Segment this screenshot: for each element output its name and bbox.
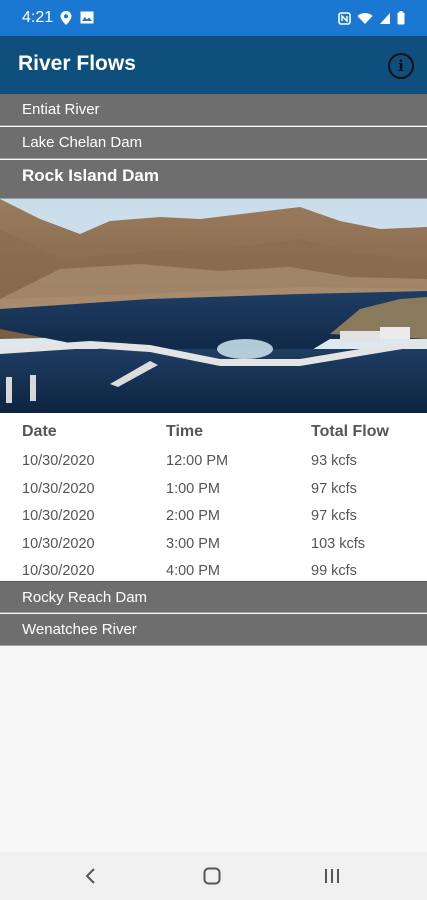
recents-icon[interactable] (323, 867, 341, 885)
section-wenatchee-river[interactable]: Wenatchee River (0, 614, 427, 646)
section-rock-island-dam[interactable]: Rock Island Dam (0, 160, 427, 199)
status-bar: 4:21 (0, 0, 427, 36)
flow-table: Date Time Total Flow 10/30/2020 12:00 PM… (0, 413, 427, 580)
info-icon: i (398, 57, 404, 75)
app-bar: River Flows i (0, 36, 427, 94)
section-label: Entiat River (22, 101, 100, 118)
signal-icon (380, 12, 390, 24)
section-label: Wenatchee River (22, 621, 137, 638)
cell-date: 10/30/2020 (22, 481, 95, 497)
cell-flow: 103 kcfs (311, 536, 365, 552)
battery-icon (397, 11, 405, 25)
rock-island-dam-photo (0, 199, 427, 413)
cell-date: 10/30/2020 (22, 563, 95, 579)
cell-flow: 99 kcfs (311, 563, 357, 579)
section-lake-chelan-dam[interactable]: Lake Chelan Dam (0, 127, 427, 159)
cell-date: 10/30/2020 (22, 453, 95, 469)
cell-time: 4:00 PM (166, 563, 220, 579)
nfc-icon (338, 11, 351, 25)
back-icon[interactable] (84, 867, 98, 885)
section-entiat-river[interactable]: Entiat River (0, 94, 427, 126)
column-header-time: Time (166, 423, 204, 440)
cell-flow: 97 kcfs (311, 508, 357, 524)
cell-time: 1:00 PM (166, 481, 220, 497)
status-right-icons (338, 11, 405, 25)
system-nav-bar (0, 852, 427, 900)
cell-time: 12:00 PM (166, 453, 229, 469)
section-label: Rock Island Dam (22, 166, 159, 185)
section-rocky-reach-dam[interactable]: Rocky Reach Dam (0, 581, 427, 613)
home-icon[interactable] (203, 867, 221, 885)
cell-time: 2:00 PM (166, 508, 220, 524)
info-button[interactable]: i (388, 53, 414, 79)
location-pin-icon (60, 11, 72, 25)
cell-flow: 93 kcfs (311, 453, 357, 469)
cell-flow: 97 kcfs (311, 481, 357, 497)
column-header-total-flow: Total Flow (311, 423, 389, 440)
section-label: Lake Chelan Dam (22, 134, 143, 151)
wifi-icon (357, 12, 373, 24)
cell-date: 10/30/2020 (22, 508, 95, 524)
app-title: River Flows (18, 52, 136, 75)
image-icon (80, 11, 94, 24)
column-header-date: Date (22, 423, 57, 440)
cell-time: 3:00 PM (166, 536, 220, 552)
cell-date: 10/30/2020 (22, 536, 95, 552)
status-left-icons (60, 11, 94, 25)
status-time: 4:21 (22, 9, 54, 26)
section-label: Rocky Reach Dam (22, 589, 148, 606)
